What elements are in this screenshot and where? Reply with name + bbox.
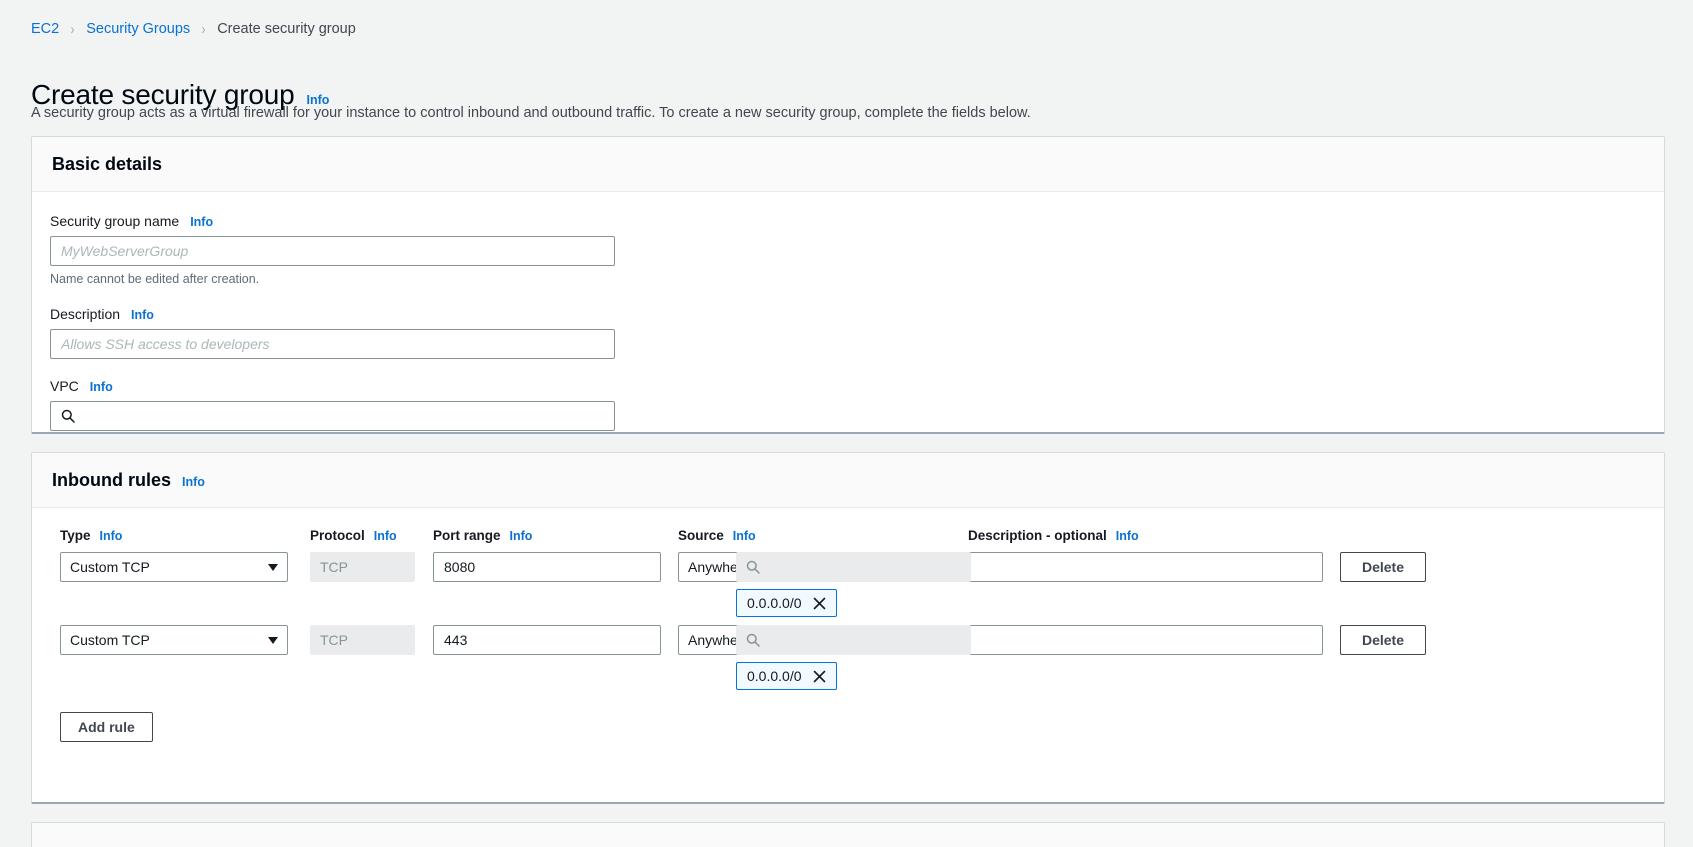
close-icon[interactable]	[813, 670, 826, 683]
rule-source-search-input[interactable]	[736, 552, 971, 582]
table-row: Custom TCP TCP Anywher…	[50, 625, 1646, 690]
description-info-link[interactable]: Info	[131, 308, 154, 322]
vpc-select-input[interactable]	[50, 401, 615, 431]
vpc-label-row: VPC Info	[50, 377, 1646, 395]
inbound-rules-card-body: Type Info Protocol Info Port range Info …	[32, 508, 1664, 764]
description-label-row: Description Info	[50, 305, 1646, 323]
breadcrumb-separator-icon: ›	[201, 20, 206, 38]
security-group-name-hint: Name cannot be edited after creation.	[50, 272, 260, 286]
delete-rule-button[interactable]: Delete	[1340, 625, 1426, 655]
vpc-field: VPC Info	[50, 377, 1646, 431]
column-header-protocol-label: Protocol	[310, 528, 365, 543]
chevron-down-icon	[268, 563, 278, 571]
inbound-rules-card-header: Inbound rules Info	[32, 453, 1664, 508]
rule-protocol-value: TCP	[310, 625, 415, 655]
rule-source-cidr-tag[interactable]: 0.0.0.0/0	[736, 589, 837, 617]
rule-source-search-input[interactable]	[736, 625, 971, 655]
vpc-label: VPC	[50, 378, 79, 394]
column-header-protocol-info-link[interactable]: Info	[374, 529, 397, 543]
next-section-card-header	[32, 823, 1664, 847]
inbound-rules-card: Inbound rules Info Type Info Protocol In…	[31, 452, 1665, 804]
rule-port-range-cell	[433, 552, 678, 582]
column-header-type-label: Type	[60, 528, 91, 543]
inbound-rules-column-headers: Type Info Protocol Info Port range Info …	[50, 528, 1646, 543]
breadcrumb: EC2 › Security Groups › Create security …	[31, 18, 356, 40]
security-group-name-label-row: Security group name Info	[50, 212, 1646, 230]
basic-details-card: Basic details Security group name Info N…	[31, 136, 1665, 434]
column-header-description: Description - optional Info	[968, 528, 1340, 543]
basic-details-title: Basic details	[52, 154, 163, 174]
basic-details-card-header: Basic details	[32, 137, 1664, 192]
rule-description-input[interactable]	[968, 552, 1323, 582]
rule-protocol-value: TCP	[310, 552, 415, 582]
description-label: Description	[50, 306, 121, 322]
column-header-port-range: Port range Info	[433, 528, 678, 543]
rule-source-cell: 0.0.0.0/0	[736, 552, 971, 617]
rule-type-select[interactable]: Custom TCP	[60, 552, 288, 582]
column-header-description-info-link[interactable]: Info	[1116, 529, 1139, 543]
page-description: A security group acts as a virtual firew…	[31, 105, 1031, 121]
column-header-type-info-link[interactable]: Info	[100, 529, 123, 543]
rule-type-value: Custom TCP	[70, 632, 150, 648]
column-header-description-label: Description - optional	[968, 528, 1107, 543]
basic-details-card-body: Security group name Info Name cannot be …	[32, 192, 1664, 453]
rule-source-cidr-label: 0.0.0.0/0	[747, 595, 802, 611]
vpc-search-wrapper	[50, 401, 615, 431]
breadcrumb-item-security-groups[interactable]: Security Groups	[86, 21, 190, 37]
rule-source-cell: 0.0.0.0/0	[736, 625, 971, 690]
rule-description-input[interactable]	[968, 625, 1323, 655]
breadcrumb-separator-icon: ›	[70, 20, 75, 38]
description-input[interactable]	[50, 329, 615, 359]
close-icon[interactable]	[813, 597, 826, 610]
security-group-name-field: Security group name Info Name cannot be …	[50, 212, 1646, 287]
rule-source-cidr-tag[interactable]: 0.0.0.0/0	[736, 662, 837, 690]
column-header-source-info-link[interactable]: Info	[733, 529, 756, 543]
rule-type-select[interactable]: Custom TCP	[60, 625, 288, 655]
rule-type-value: Custom TCP	[70, 559, 150, 575]
column-header-protocol: Protocol Info	[310, 528, 433, 543]
rule-port-range-cell	[433, 625, 678, 655]
breadcrumb-item-create-security-group: Create security group	[217, 21, 356, 37]
security-group-name-info-link[interactable]: Info	[190, 215, 213, 229]
rule-port-range-input[interactable]	[433, 552, 661, 582]
create-security-group-page: EC2 › Security Groups › Create security …	[0, 0, 1693, 847]
vpc-info-link[interactable]: Info	[90, 380, 113, 394]
column-header-source-label: Source	[678, 528, 724, 543]
table-row: Custom TCP TCP Anywher…	[50, 552, 1646, 617]
description-field: Description Info	[50, 305, 1646, 359]
rule-source-search-wrapper[interactable]	[736, 552, 971, 582]
rule-description-cell	[968, 552, 1340, 582]
security-group-name-input[interactable]	[50, 236, 615, 266]
next-section-card	[31, 822, 1665, 847]
rule-description-cell	[968, 625, 1340, 655]
delete-rule-button[interactable]: Delete	[1340, 552, 1426, 582]
inbound-rules-info-link[interactable]: Info	[182, 475, 205, 489]
column-header-port-range-info-link[interactable]: Info	[510, 529, 533, 543]
column-header-port-range-label: Port range	[433, 528, 501, 543]
rule-port-range-input[interactable]	[433, 625, 661, 655]
security-group-name-label: Security group name	[50, 213, 180, 229]
column-header-type: Type Info	[60, 528, 310, 543]
breadcrumb-item-ec2[interactable]: EC2	[31, 21, 59, 37]
inbound-rules-title: Inbound rules	[52, 470, 171, 490]
rule-source-search-wrapper[interactable]	[736, 625, 971, 655]
add-rule-button[interactable]: Add rule	[60, 712, 153, 742]
add-rule-wrapper: Add rule	[50, 712, 1646, 742]
rule-source-cidr-label: 0.0.0.0/0	[747, 668, 802, 684]
chevron-down-icon	[268, 636, 278, 644]
column-header-source: Source Info	[678, 528, 968, 543]
